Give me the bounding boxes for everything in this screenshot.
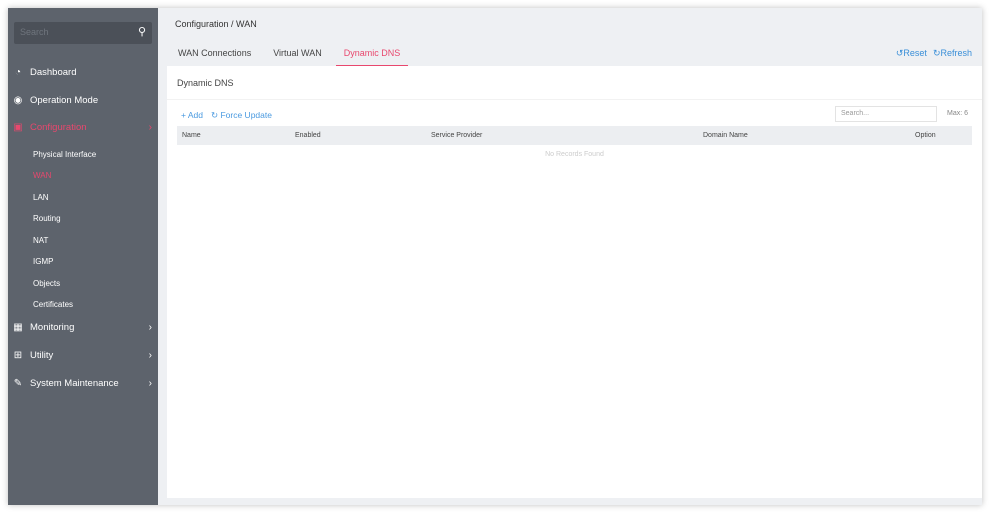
label: Reset — [903, 48, 927, 58]
label: Force Update — [220, 110, 272, 120]
max-count: Max: 6 — [947, 110, 969, 117]
sidebar-sub-lan[interactable]: LAN — [33, 193, 49, 202]
app-window: Search ⚲ ◔ Dashboard ◉ Operation Mode ▣ Conf… — [8, 8, 982, 505]
chevron-right-icon: › — [148, 350, 152, 361]
search-placeholder: Search — [20, 27, 49, 37]
label: Utility — [30, 350, 54, 361]
label: Configuration — [30, 122, 87, 133]
sidebar-sub-wan[interactable]: WAN — [33, 171, 51, 180]
breadcrumb: Configuration / WAN — [175, 19, 257, 29]
sidebar: Search ⚲ ◔ Dashboard ◉ Operation Mode ▣ Conf… — [8, 8, 158, 505]
sidebar-search-input[interactable]: Search ⚲ — [14, 22, 152, 44]
chevron-down-icon: › — [148, 122, 152, 133]
mode-icon: ◉ — [13, 95, 23, 106]
label: Operation Mode — [30, 95, 99, 106]
sidebar-item-monitoring[interactable]: ▦ Monitoring › — [12, 322, 152, 333]
table-header: Name Enabled Service Provider Domain Nam… — [177, 126, 972, 145]
chevron-right-icon: › — [148, 322, 152, 333]
label: Monitoring — [30, 322, 75, 333]
column-service-provider[interactable]: Service Provider — [431, 132, 482, 139]
wrench-icon: ✎ — [13, 378, 23, 389]
label: Dashboard — [30, 67, 77, 78]
sidebar-item-utility[interactable]: ⊞ Utility › — [12, 350, 152, 361]
empty-message: No Records Found — [545, 151, 604, 158]
add-button[interactable]: + Add — [181, 110, 203, 121]
column-option: Option — [915, 132, 936, 139]
config-icon: ▣ — [13, 122, 23, 133]
reset-button[interactable]: ↺Reset — [896, 48, 927, 59]
column-enabled[interactable]: Enabled — [295, 132, 321, 139]
main-area: Configuration / WAN WAN Connections Virt… — [158, 8, 982, 505]
tab-wan-connections[interactable]: WAN Connections — [170, 46, 259, 67]
sidebar-item-configuration[interactable]: ▣ Configuration › — [12, 122, 152, 133]
divider — [167, 99, 982, 100]
force-update-button[interactable]: ↻ Force Update — [211, 110, 272, 121]
toolbar: ↺Reset ↻Refresh — [896, 48, 972, 59]
sidebar-sub-igmp[interactable]: IGMP — [33, 257, 53, 266]
label: System Maintenance — [30, 378, 119, 389]
sidebar-item-system-maintenance[interactable]: ✎ System Maintenance › — [12, 378, 152, 389]
card-title: Dynamic DNS — [177, 78, 234, 88]
refresh-button[interactable]: ↻Refresh — [933, 48, 972, 59]
content-card: Dynamic DNS + Add ↻ Force Update Search.… — [167, 66, 982, 498]
search-icon: ⚲ — [137, 26, 146, 38]
sidebar-item-operation-mode[interactable]: ◉ Operation Mode — [12, 95, 152, 106]
chevron-right-icon: › — [148, 378, 152, 389]
placeholder: Search... — [841, 110, 870, 117]
sidebar-sub-routing[interactable]: Routing — [33, 214, 61, 223]
column-domain-name[interactable]: Domain Name — [703, 132, 748, 139]
tab-virtual-wan[interactable]: Virtual WAN — [265, 46, 330, 67]
sidebar-item-dashboard[interactable]: ◔ Dashboard — [12, 67, 152, 78]
gauge-icon: ◔ — [14, 67, 22, 78]
grid-icon: ⊞ — [13, 350, 23, 361]
monitor-icon: ▦ — [13, 322, 23, 333]
sidebar-sub-physical-interface[interactable]: Physical Interface — [33, 150, 96, 159]
table-search-input[interactable]: Search... — [835, 106, 937, 122]
column-name[interactable]: Name — [182, 132, 201, 139]
sidebar-sub-objects[interactable]: Objects — [33, 279, 60, 288]
label: Refresh — [940, 48, 972, 58]
actions: + Add ↻ Force Update — [181, 110, 272, 121]
sidebar-sub-nat[interactable]: NAT — [33, 236, 48, 245]
tab-bar: WAN Connections Virtual WAN Dynamic DNS — [170, 46, 414, 67]
sidebar-sub-certificates[interactable]: Certificates — [33, 300, 73, 309]
tab-dynamic-dns[interactable]: Dynamic DNS — [335, 46, 409, 67]
